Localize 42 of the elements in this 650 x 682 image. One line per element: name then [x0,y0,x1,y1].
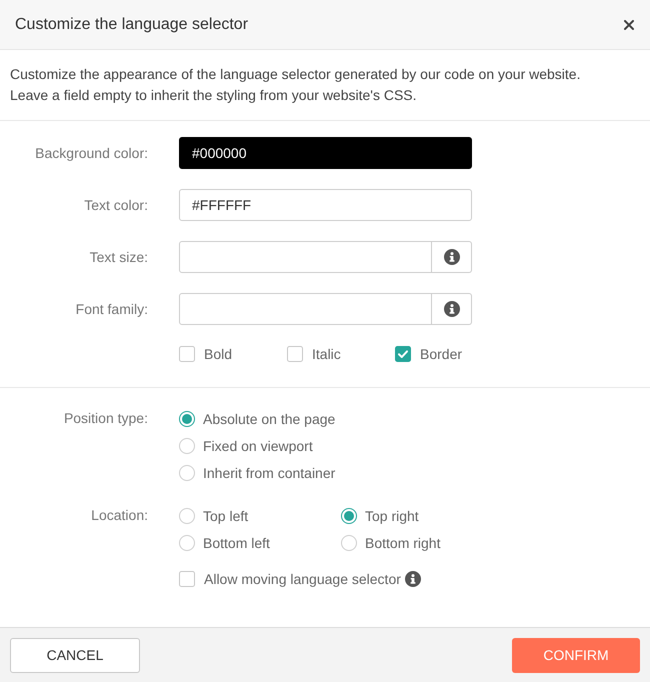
radio-label[interactable]: Bottom left [203,534,270,550]
text-input[interactable] [179,241,432,273]
text-input[interactable] [179,293,432,325]
checkbox-label[interactable]: Italic [312,346,341,362]
radio-label[interactable]: Top right [365,508,419,524]
checkbox-label[interactable]: Border [420,346,462,362]
text-input[interactable]: #000000 [179,137,472,169]
radio-button[interactable] [341,534,357,550]
field-label: Text size: [88,249,148,265]
radio-label[interactable]: Top left [203,508,248,524]
description-text: Customize the appearance of the language selector generated by our code on your website. [10,65,582,84]
checkbox[interactable] [287,346,303,362]
radio-button[interactable] [179,410,195,426]
checkbox[interactable] [395,346,411,362]
info-button[interactable] [432,241,472,273]
radio-button[interactable] [179,464,195,480]
field-label: Location: [90,506,148,525]
checkbox-label[interactable]: Bold [204,346,232,362]
field-label: Font family: [74,301,148,317]
dialog-title: Customize the language selector [15,16,248,34]
field-label: Background color: [34,145,148,161]
info-icon [444,301,460,317]
info-icon [444,249,460,265]
radio-label[interactable]: Absolute on the page [203,410,336,426]
info-icon [404,570,421,586]
field-label: Position type: [62,409,148,428]
radio-button[interactable] [179,438,195,454]
close-icon[interactable] [624,20,634,30]
radio-button[interactable] [179,534,195,550]
radio-label[interactable]: Bottom right [365,534,440,550]
checkbox[interactable] [179,570,195,586]
cancel-button[interactable]: CANCEL [10,638,140,672]
checkbox[interactable] [179,346,195,362]
description-text: Leave a field empty to inherit the styling from your website's CSS. [10,86,418,105]
checkbox-label[interactable]: Allow moving language selector [204,570,401,586]
field-label: Text color: [83,197,148,213]
radio-label[interactable]: Fixed on viewport [203,438,313,454]
radio-button[interactable] [341,508,357,524]
info-button[interactable] [432,293,472,325]
radio-label[interactable]: Inherit from container [203,464,336,480]
text-input[interactable]: #FFFFFF [179,189,472,221]
radio-button[interactable] [179,508,195,524]
